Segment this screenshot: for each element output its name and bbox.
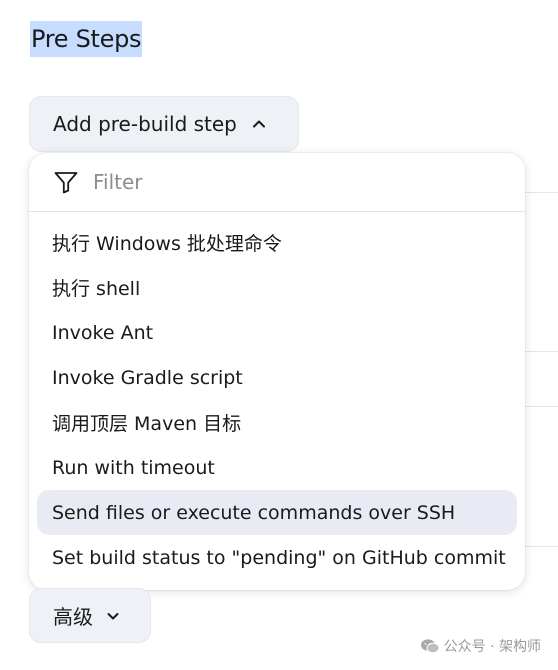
add-pre-build-step-label: Add pre-build step <box>53 112 237 136</box>
add-pre-build-step-button[interactable]: Add pre-build step <box>29 96 299 152</box>
advanced-button[interactable]: 高级 <box>29 588 151 643</box>
advanced-label: 高级 <box>53 605 93 629</box>
menu-item[interactable]: Run with timeout <box>37 445 517 490</box>
menu-item[interactable]: Set build status to "pending" on GitHub … <box>37 535 517 580</box>
menu-item[interactable]: 执行 shell <box>37 265 517 310</box>
menu-item[interactable]: Invoke Gradle script <box>37 355 517 400</box>
menu-item[interactable]: Send files or execute commands over SSH <box>37 490 517 535</box>
filter-icon <box>54 172 78 194</box>
section-title: Pre Steps <box>30 21 143 57</box>
chevron-down-icon <box>107 612 119 619</box>
watermark-text: 公众号 · 架构师 <box>443 639 541 655</box>
wechat-icon <box>420 639 440 654</box>
menu-item[interactable]: 执行 Windows 批处理命令 <box>37 220 517 265</box>
menu-item[interactable]: Invoke Ant <box>37 310 517 355</box>
chevron-up-icon <box>252 120 265 128</box>
filter-row <box>29 153 525 212</box>
filter-input[interactable] <box>93 170 473 194</box>
menu-item[interactable]: 调用顶层 Maven 目标 <box>37 400 517 445</box>
step-options-list: 执行 Windows 批处理命令 执行 shell Invoke Ant Invoke… <box>29 212 525 580</box>
page: Pre Steps Add pre-build step 执行 Windows … <box>0 0 558 670</box>
watermark: 公众号 · 架构师 <box>420 636 541 656</box>
pre-build-step-dropdown: 执行 Windows 批处理命令执行 shellInvoke AntInvoke… <box>29 153 525 590</box>
